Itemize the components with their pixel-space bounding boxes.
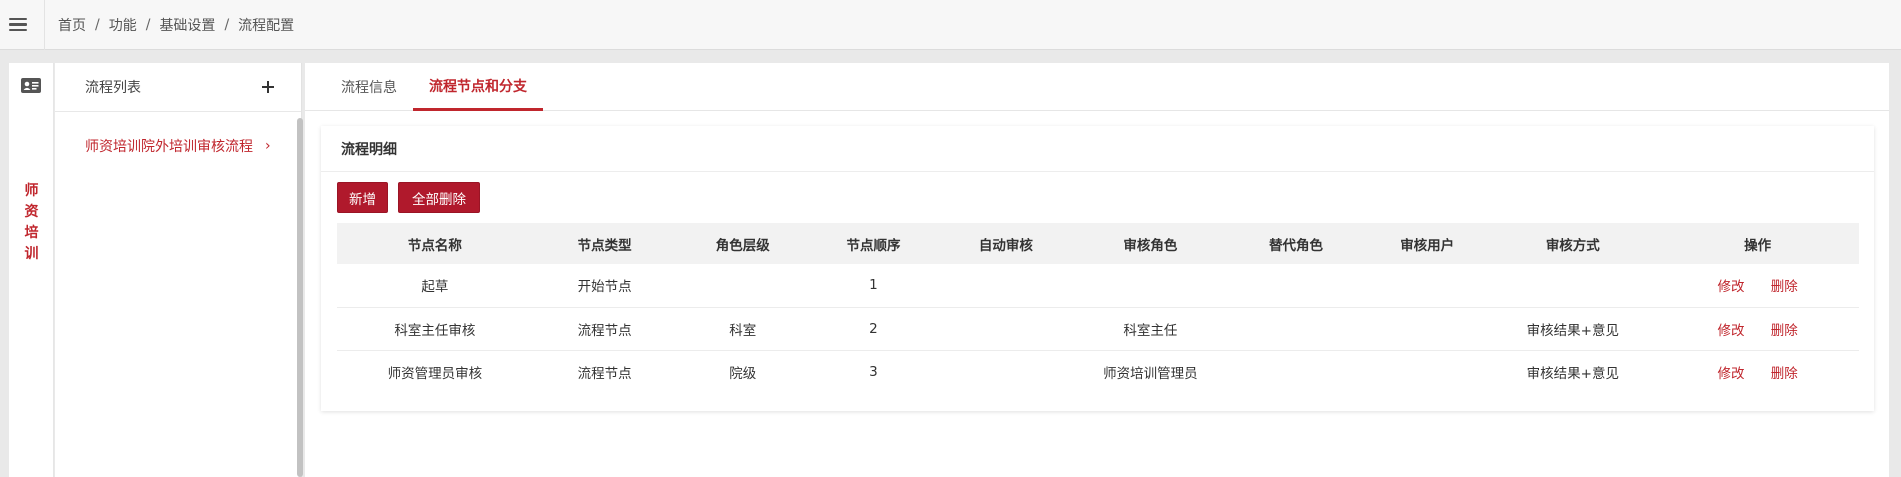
- cell-review-method: [1489, 264, 1656, 307]
- cell-node-type: 流程节点: [577, 365, 632, 382]
- breadcrumb: 首页 / 功能 / 基础设置 / 流程配置: [58, 15, 294, 35]
- column-header: 替代角色: [1268, 237, 1323, 254]
- top-bar: 首页 / 功能 / 基础设置 / 流程配置: [0, 0, 1901, 50]
- column-header: 审核用户: [1400, 237, 1455, 254]
- cell-role-level: [677, 264, 809, 307]
- delete-link[interactable]: 删除: [1771, 323, 1798, 339]
- breadcrumb-function[interactable]: 功能: [109, 15, 137, 35]
- vertical-tab-char: 训: [24, 246, 39, 262]
- cell-review-method: 审核结果+意见: [1526, 365, 1619, 382]
- edit-link[interactable]: 修改: [1717, 323, 1744, 339]
- tab-bar: 流程信息 流程节点和分支: [305, 63, 1889, 111]
- cell-auto-review: [938, 307, 1074, 350]
- flow-list-header: 流程列表: [55, 63, 301, 112]
- list-scrollbar[interactable]: [297, 118, 303, 477]
- tab-flow-nodes-branches[interactable]: 流程节点和分支: [413, 63, 543, 111]
- column-header: 审核角色: [1123, 237, 1178, 254]
- cell-review-role: 师资培训管理员: [1103, 365, 1198, 382]
- cell-review-role: 科室主任: [1123, 322, 1178, 339]
- table-row: 师资管理员审核 流程节点 院级 3 师资培训管理员 审核结果+意见 修改 删除: [337, 350, 1859, 393]
- table-row: 起草 开始节点 1 修改 删除: [337, 264, 1859, 307]
- column-header: 节点名称: [407, 237, 462, 254]
- cell-alt-role: [1227, 307, 1365, 350]
- column-header: 角色层级: [715, 237, 770, 254]
- cell-node-name: 科室主任审核: [394, 322, 476, 339]
- cell-review-method: 审核结果+意见: [1526, 322, 1619, 339]
- flow-list-item-label: 师资培训院外培训审核流程: [85, 139, 253, 155]
- cell-actions: 修改 删除: [1656, 307, 1859, 350]
- breadcrumb-home[interactable]: 首页: [58, 15, 86, 35]
- icon-sidebar: 师 资 培 训: [9, 63, 54, 477]
- cell-review-user: [1365, 350, 1489, 393]
- cell-alt-role: [1227, 350, 1365, 393]
- column-header: 审核方式: [1545, 237, 1600, 254]
- column-header: 操作: [1744, 237, 1772, 254]
- plus-icon[interactable]: [262, 81, 274, 93]
- flow-list-item[interactable]: 师资培训院外培训审核流程 ›: [85, 136, 271, 156]
- node-table: 节点名称 节点类型 角色层级 节点顺序 自动审核 审核角色 替代角色 审核用户 …: [337, 223, 1859, 393]
- cell-actions: 修改 删除: [1656, 264, 1859, 307]
- vertical-tab-char: 师: [24, 183, 39, 199]
- cell-review-user: [1365, 307, 1489, 350]
- breadcrumb-basic-settings[interactable]: 基础设置: [159, 15, 215, 35]
- delete-all-button[interactable]: 全部删除: [398, 182, 480, 213]
- sidebar-tab-teacher-training[interactable]: 师 资 培 训: [9, 181, 54, 265]
- detail-toolbar: 新增 全部删除: [337, 182, 480, 213]
- table-row: 科室主任审核 流程节点 科室 2 科室主任 审核结果+意见 修改 删除: [337, 307, 1859, 350]
- topbar-divider: [44, 0, 45, 50]
- cell-node-name: 起草: [421, 279, 449, 296]
- breadcrumb-flow-config: 流程配置: [238, 17, 295, 34]
- breadcrumb-separator: /: [95, 16, 100, 33]
- flow-detail-title: 流程明细: [321, 126, 1874, 172]
- cell-alt-role: [1227, 264, 1365, 307]
- cell-review-user: [1365, 264, 1489, 307]
- cell-node-order: 1: [869, 277, 878, 294]
- cell-role-level: 院级: [729, 365, 757, 382]
- vertical-tab-char: 资: [24, 204, 39, 220]
- cell-node-type: 流程节点: [577, 322, 632, 339]
- tab-flow-info[interactable]: 流程信息: [305, 63, 413, 111]
- cell-node-order: 2: [869, 320, 878, 337]
- column-header: 节点类型: [577, 237, 632, 254]
- cell-node-name: 师资管理员审核: [387, 365, 483, 382]
- column-header: 节点顺序: [846, 237, 901, 254]
- vertical-tab-char: 培: [24, 225, 39, 241]
- breadcrumb-separator: /: [224, 16, 230, 33]
- menu-icon[interactable]: [0, 0, 36, 50]
- cell-review-role: [1074, 264, 1227, 307]
- edit-link[interactable]: 修改: [1717, 366, 1744, 382]
- add-button[interactable]: 新增: [337, 182, 388, 213]
- delete-link[interactable]: 删除: [1771, 366, 1798, 382]
- flow-list-panel: 流程列表 师资培训院外培训审核流程 ›: [55, 63, 303, 477]
- cell-actions: 修改 删除: [1656, 350, 1859, 393]
- flow-detail-card: 流程明细 新增 全部删除 节点名称 节点类型 角色层级 节点顺序 自动审核 审核…: [321, 126, 1874, 411]
- cell-role-level: 科室: [729, 322, 757, 339]
- column-header: 自动审核: [978, 237, 1033, 254]
- cell-auto-review: [938, 350, 1074, 393]
- flow-list-title: 流程列表: [85, 80, 141, 96]
- chevron-right-icon: ›: [265, 138, 271, 154]
- id-card-icon[interactable]: [21, 78, 41, 93]
- cell-node-order: 3: [869, 363, 878, 380]
- delete-link[interactable]: 删除: [1771, 279, 1798, 295]
- table-header-row: 节点名称 节点类型 角色层级 节点顺序 自动审核 审核角色 替代角色 审核用户 …: [337, 223, 1859, 264]
- edit-link[interactable]: 修改: [1717, 279, 1744, 295]
- cell-auto-review: [938, 264, 1074, 307]
- breadcrumb-separator: /: [145, 16, 151, 33]
- cell-node-type: 开始节点: [577, 279, 632, 296]
- main-panel: 流程信息 流程节点和分支 流程明细 新增 全部删除 节点名称 节点类型 角色层级…: [305, 63, 1889, 477]
